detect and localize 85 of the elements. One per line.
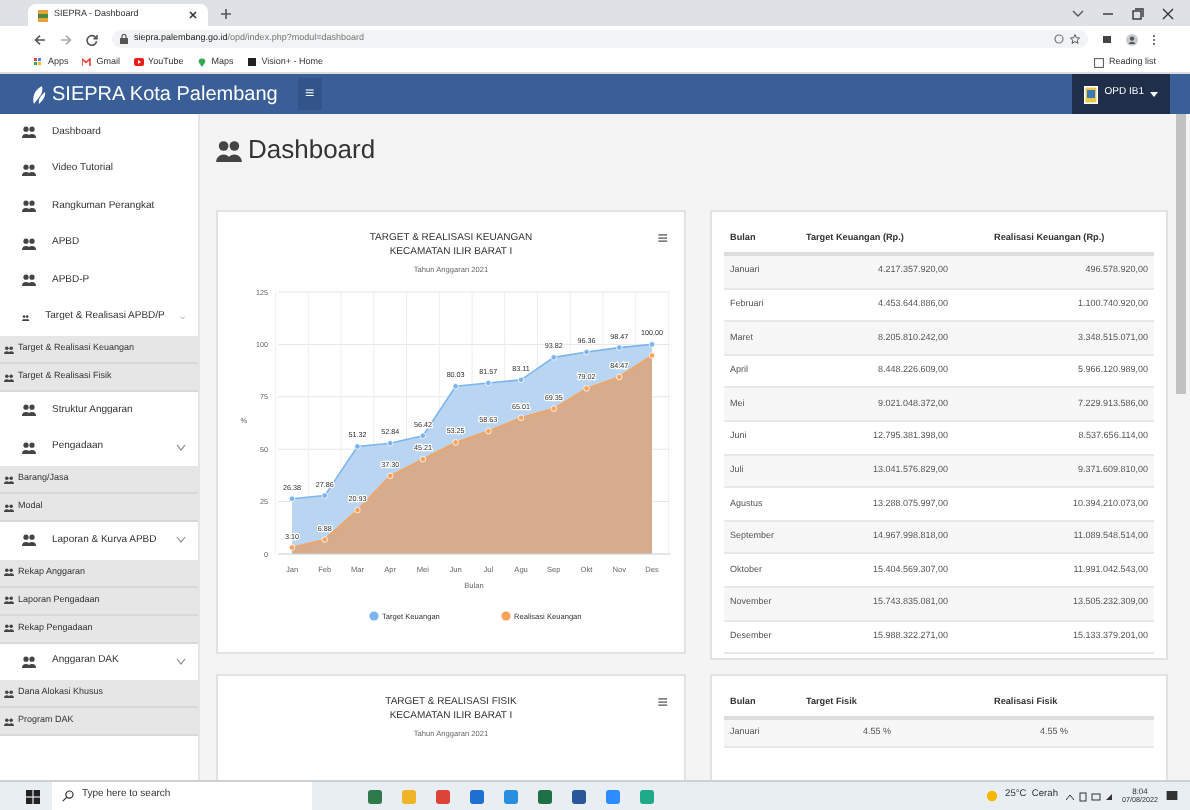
document-icon[interactable] [572, 789, 586, 803]
data-point [321, 491, 328, 499]
map-pin-icon [197, 57, 208, 67]
people-icon [4, 373, 14, 381]
apps-grid-icon [34, 57, 44, 67]
people-icon [22, 404, 36, 417]
plus-icon[interactable] [220, 8, 232, 20]
people-icon [4, 475, 14, 483]
people-icon [4, 624, 14, 632]
people-icon [4, 717, 14, 725]
data-point [419, 455, 427, 462]
search-icon [62, 790, 74, 802]
people-icon [22, 274, 36, 287]
data-point [354, 506, 361, 513]
windows-icon[interactable] [26, 789, 40, 803]
notification-icon[interactable] [1166, 790, 1178, 802]
data-point [288, 543, 296, 551]
data-point [648, 340, 656, 347]
spreadsheet-icon[interactable] [368, 789, 382, 803]
people-icon [4, 503, 14, 511]
data-point [452, 438, 459, 445]
people-icon [4, 596, 14, 604]
chart-menu-button[interactable]: ≡ [657, 694, 668, 712]
data-point [387, 472, 394, 479]
mail-icon [82, 57, 93, 67]
mail-icon[interactable] [470, 789, 484, 803]
star-icon[interactable] [1070, 34, 1080, 44]
weather-icon [985, 790, 998, 802]
close-icon[interactable] [1162, 8, 1174, 20]
people-icon [4, 689, 14, 697]
legend-marker [501, 610, 511, 620]
data-point [583, 384, 590, 391]
data-point [485, 427, 492, 434]
data-point [387, 439, 394, 446]
people-icon [22, 441, 36, 454]
spreadsheet-icon[interactable] [538, 789, 552, 803]
menu-toggle-button[interactable]: ≡ [297, 78, 322, 110]
avatar-icon[interactable] [1126, 33, 1138, 45]
minimize-icon[interactable] [1102, 10, 1114, 18]
chart-menu-button[interactable]: ≡ [657, 230, 668, 248]
square-icon [247, 57, 258, 67]
data-point [321, 535, 328, 543]
data-point [419, 431, 427, 439]
data-point [354, 442, 361, 449]
people-icon [22, 237, 36, 250]
chevron-down-icon[interactable] [1072, 10, 1084, 18]
data-point [452, 382, 459, 389]
list-icon [1094, 57, 1105, 67]
data-point [550, 353, 557, 360]
people-icon [22, 200, 36, 213]
people-icon [22, 655, 36, 668]
data-point [648, 351, 656, 359]
data-point [517, 376, 525, 383]
app-brand: SIEPRA Kota Palembang [52, 81, 278, 109]
share-icon[interactable] [1054, 34, 1064, 44]
lock-icon [120, 34, 128, 44]
back-arrow-icon[interactable] [34, 33, 46, 45]
favicon-icon [38, 9, 48, 21]
page-title: Dashboard [248, 132, 376, 169]
scrollbar-thumb[interactable] [1176, 114, 1186, 394]
people-icon [4, 568, 14, 576]
data-point [517, 413, 525, 421]
data-point [583, 348, 590, 355]
close-icon[interactable] [188, 10, 198, 20]
data-point [550, 404, 557, 412]
people-icon [22, 163, 36, 176]
people-icon [216, 139, 242, 161]
caret-icon [1150, 91, 1158, 97]
data-point [616, 373, 623, 380]
tray-icons[interactable] [1066, 791, 1114, 801]
data-point [485, 379, 492, 386]
restore-icon[interactable] [1132, 8, 1144, 20]
user-badge-icon [1084, 85, 1099, 103]
reload-icon[interactable] [86, 33, 98, 45]
chat-icon[interactable] [504, 789, 518, 803]
leaf-logo-icon [32, 85, 46, 103]
people-icon [22, 126, 36, 139]
legend-marker [369, 610, 379, 620]
browser-icon[interactable] [436, 789, 450, 803]
play-icon [134, 57, 145, 67]
data-point [616, 343, 623, 351]
camera-icon[interactable] [606, 789, 620, 803]
people-icon [22, 534, 36, 547]
people-icon [4, 345, 14, 353]
data-point [288, 494, 296, 502]
